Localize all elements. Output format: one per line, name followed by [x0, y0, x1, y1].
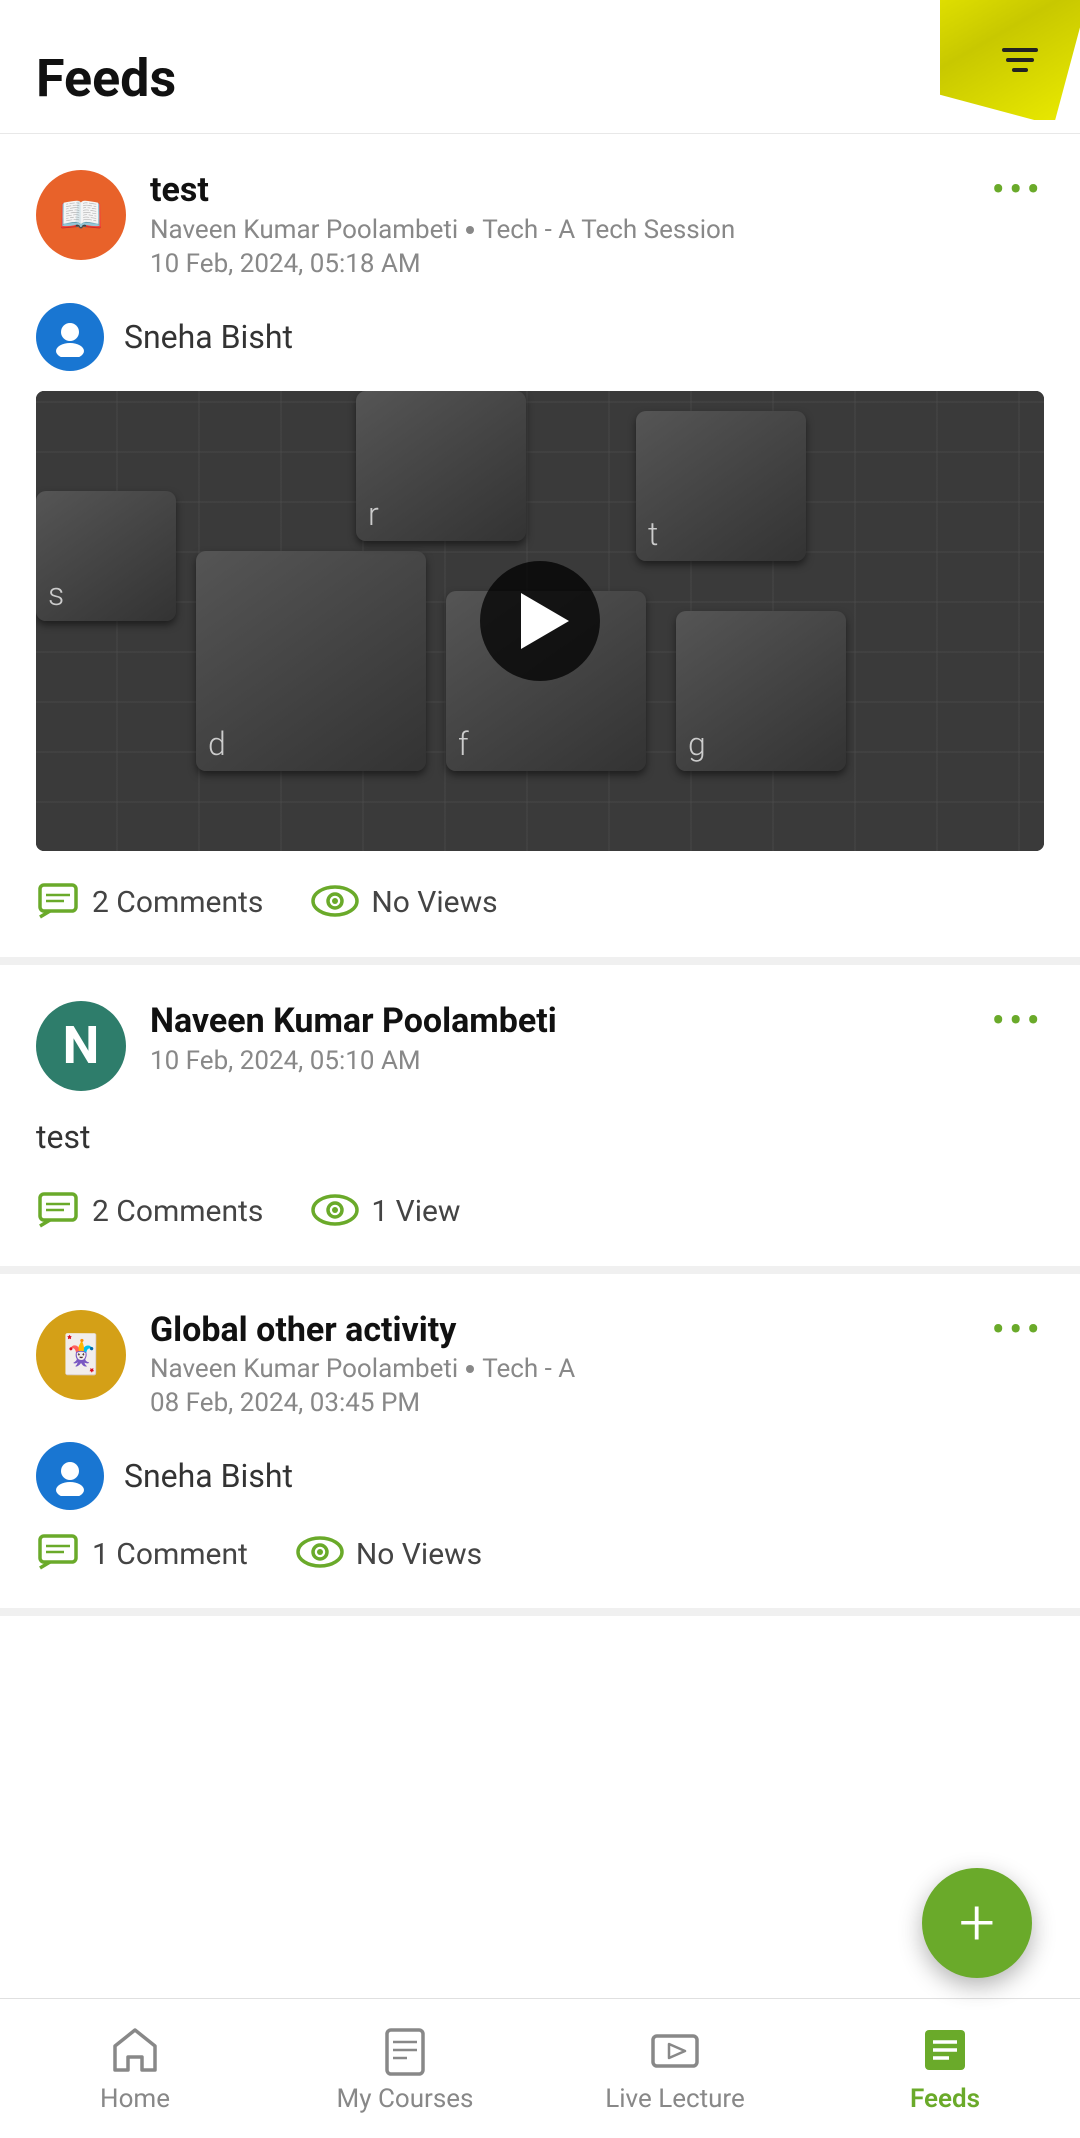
feed-item-1-author-info: test Naveen Kumar Poolambeti Tech - A Te… [150, 170, 735, 279]
nav-item-feeds[interactable]: Feeds [810, 1999, 1080, 2138]
page-title: Feeds [36, 48, 176, 109]
feed-item-3-author-name: Naveen Kumar Poolambeti [150, 1354, 458, 1384]
nav-home-label: Home [100, 2084, 170, 2114]
feed-item-1-more-button[interactable]: ••• [992, 170, 1045, 210]
nav-live-lecture-label: Live Lecture [605, 2084, 745, 2114]
feed-item-3-avatar: 🃏 [36, 1310, 126, 1400]
feed-item-1-stats: 2 Comments No Views [36, 879, 1044, 927]
nav-item-live-lecture[interactable]: Live Lecture [540, 1999, 810, 2138]
feed-item-3-header: 🃏 Global other activity Naveen Kumar Poo… [36, 1310, 1044, 1419]
feed-item-1-date: 10 Feb, 2024, 05:18 AM [150, 249, 735, 279]
view-icon-3 [296, 1536, 344, 1572]
play-button[interactable] [480, 561, 600, 681]
feed-item-2-author: N Naveen Kumar Poolambeti 10 Feb, 2024, … [36, 1001, 557, 1091]
comment-icon-2 [36, 1188, 80, 1236]
feed-item-3-course: Tech - A [482, 1354, 575, 1384]
feed-item-2-comments[interactable]: 2 Comments [36, 1188, 263, 1236]
book-icon: 📖 [59, 194, 104, 236]
key-g: g [676, 611, 846, 771]
feed-item-1-user-row: Sneha Bisht [36, 303, 1044, 371]
view-icon [311, 885, 359, 921]
feed-item-3-more-button[interactable]: ••• [992, 1310, 1045, 1350]
feed-item-3-posted-by: Sneha Bisht [124, 1457, 293, 1495]
feed-item-1-posted-by: Sneha Bisht [124, 318, 293, 356]
feed-item-3-date: 08 Feb, 2024, 03:45 PM [150, 1388, 575, 1418]
feed-item-3-user-row: Sneha Bisht [36, 1442, 1044, 1510]
feed-item-2-author-name: Naveen Kumar Poolambeti [150, 1001, 557, 1042]
feed-item-2-content: test [36, 1115, 1044, 1160]
feed-item-1-comments[interactable]: 2 Comments [36, 879, 263, 927]
feed-item-2-views[interactable]: 1 View [311, 1194, 460, 1230]
feed-item-2: N Naveen Kumar Poolambeti 10 Feb, 2024, … [0, 965, 1080, 1274]
feed-item-1-title: test [150, 170, 735, 211]
dot-separator-3 [466, 1365, 474, 1373]
home-icon [109, 2024, 161, 2076]
play-triangle-icon [521, 593, 569, 649]
feeds-icon [919, 2024, 971, 2076]
feed-item-1-meta: Naveen Kumar Poolambeti Tech - A Tech Se… [150, 215, 735, 245]
feed-item-3: 🃏 Global other activity Naveen Kumar Poo… [0, 1274, 1080, 1617]
nav-feeds-label: Feeds [910, 2084, 980, 2114]
feed-item-1-video[interactable]: s d f r t g [36, 391, 1044, 851]
feed-item-1-user-avatar [36, 303, 104, 371]
cards-icon: 🃏 [57, 1333, 104, 1377]
feed-item-1-avatar: 📖 [36, 170, 126, 260]
feed-item-2-author-info: Naveen Kumar Poolambeti 10 Feb, 2024, 05… [150, 1001, 557, 1076]
feed-item-1-header: 📖 test Naveen Kumar Poolambeti Tech - A … [36, 170, 1044, 279]
feed-item-1-author: 📖 test Naveen Kumar Poolambeti Tech - A … [36, 170, 735, 279]
live-lecture-icon [649, 2024, 701, 2076]
my-courses-icon [379, 2024, 431, 2076]
feed-item-3-stats: 1 Comment No Views [36, 1530, 1044, 1578]
nav-item-my-courses[interactable]: My Courses [270, 1999, 540, 2138]
feed-item-3-user-avatar [36, 1442, 104, 1510]
feed-item-2-more-button[interactable]: ••• [992, 1001, 1045, 1041]
add-icon: + [959, 1891, 995, 1955]
key-d: d [196, 551, 426, 771]
feed-item-1-comments-count: 2 Comments [92, 885, 263, 920]
feed-item-2-stats: 2 Comments 1 View [36, 1188, 1044, 1236]
view-icon-2 [311, 1194, 359, 1230]
feed-item-2-views-count: 1 View [371, 1194, 460, 1229]
feed-item-3-meta: Naveen Kumar Poolambeti Tech - A [150, 1354, 575, 1384]
nav-my-courses-label: My Courses [337, 2084, 474, 2114]
feed-item-2-header: N Naveen Kumar Poolambeti 10 Feb, 2024, … [36, 1001, 1044, 1091]
feed-item-3-author-info: Global other activity Naveen Kumar Poola… [150, 1310, 575, 1419]
key-t: t [636, 411, 806, 561]
feed-item-3-title: Global other activity [150, 1310, 575, 1351]
add-fab-button[interactable]: + [922, 1868, 1032, 1978]
filter-button[interactable] [996, 36, 1044, 88]
bottom-navigation: Home My Courses Live Lecture [0, 1998, 1080, 2138]
feed-item-3-comments[interactable]: 1 Comment [36, 1530, 248, 1578]
feed-item-1-course: Tech - A Tech Session [482, 215, 735, 245]
feed-item-3-author: 🃏 Global other activity Naveen Kumar Poo… [36, 1310, 575, 1419]
feed-item-1-views[interactable]: No Views [311, 885, 497, 921]
header: Feeds [0, 0, 1080, 134]
comment-icon [36, 879, 80, 927]
feed-item-1: 📖 test Naveen Kumar Poolambeti Tech - A … [0, 134, 1080, 965]
feed-item-3-views[interactable]: No Views [296, 1536, 482, 1572]
feed-item-2-date: 10 Feb, 2024, 05:10 AM [150, 1046, 557, 1076]
feed-item-1-author-name: Naveen Kumar Poolambeti [150, 215, 458, 245]
feed-item-2-avatar-letter: N [63, 1015, 100, 1076]
dot-separator [466, 226, 474, 234]
feed-item-2-comments-count: 2 Comments [92, 1194, 263, 1229]
key-r: r [356, 391, 526, 541]
comment-icon-3 [36, 1530, 80, 1578]
key-s: s [36, 491, 176, 621]
feed-item-3-comments-count: 1 Comment [92, 1537, 248, 1572]
feed-item-3-views-count: No Views [356, 1537, 482, 1572]
feed-item-2-avatar: N [36, 1001, 126, 1091]
feed-item-1-views-count: No Views [371, 885, 497, 920]
nav-item-home[interactable]: Home [0, 1999, 270, 2138]
